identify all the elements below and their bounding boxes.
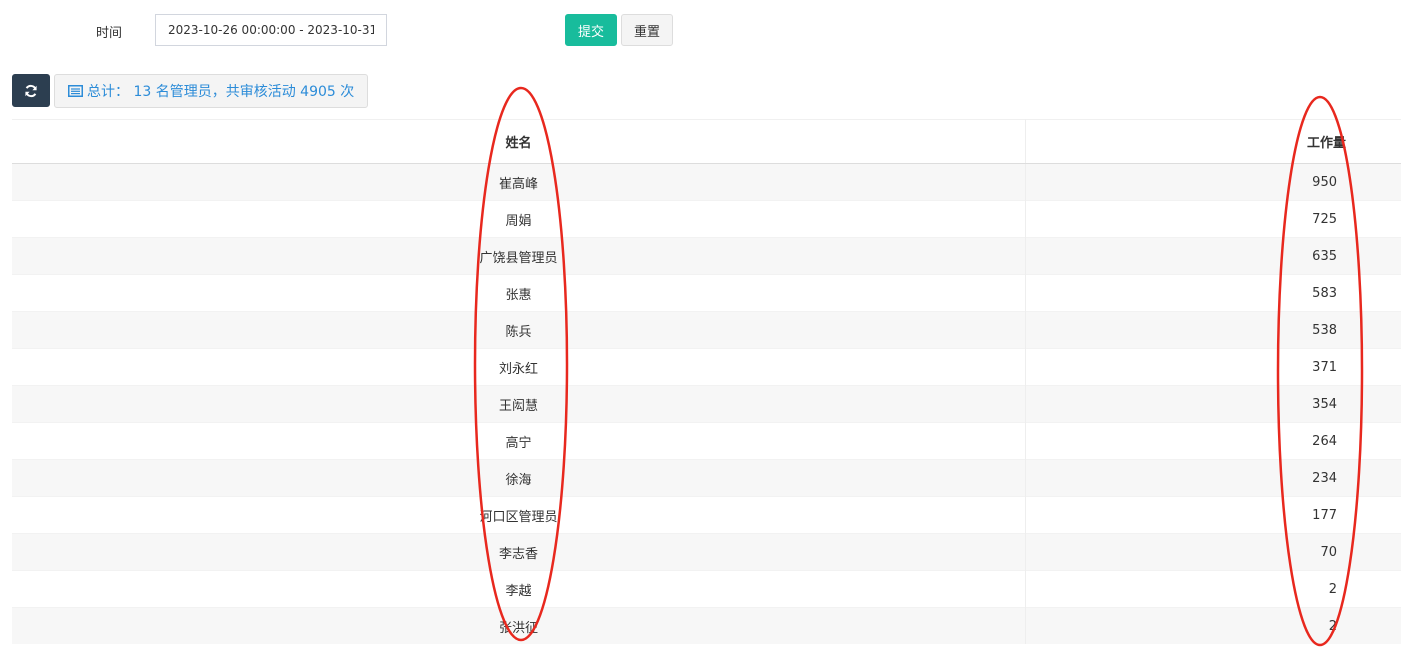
page: 时间 提交 重置 总计： 13 名管理员，共审核活动 4905 次 [0,0,1401,658]
cell-workload: 70 [1025,533,1401,571]
cell-workload: 371 [1025,348,1401,386]
table-row: 陈兵 538 [12,311,1401,349]
list-icon [68,85,83,97]
date-range-input[interactable] [155,14,387,46]
cell-name: 崔高峰 [12,163,1026,201]
cell-name: 周娟 [12,200,1026,238]
refresh-icon [25,84,37,97]
time-label: 时间 [96,26,123,41]
cell-workload: 177 [1025,496,1401,534]
cell-name: 陈兵 [12,311,1026,349]
cell-workload: 2 [1025,570,1401,608]
refresh-button[interactable] [12,74,50,107]
column-header-workload-label: 工作量 [1306,136,1346,151]
table-row: 刘永红 371 [12,348,1401,386]
table-row: 张惠 583 [12,274,1401,312]
cell-workload: 264 [1025,422,1401,460]
cell-name: 徐海 [12,459,1026,497]
column-header-name-label: 姓名 [505,136,532,151]
submit-button[interactable]: 提交 [565,14,617,46]
workload-table: 姓名 工作量 崔高峰 950 周娟 725 广饶县管理员 635 张惠 583 … [12,119,1401,644]
column-header-workload[interactable]: 工作量 [1025,119,1401,164]
summary-text: 总计： 13 名管理员，共审核活动 4905 次 [87,84,355,100]
cell-workload: 234 [1025,459,1401,497]
table-row: 王闳慧 354 [12,385,1401,423]
cell-workload: 635 [1025,237,1401,275]
cell-workload: 950 [1025,163,1401,201]
cell-name: 河口区管理员 [12,496,1026,534]
table-row: 广饶县管理员 635 [12,237,1401,275]
cell-name: 广饶县管理员 [12,237,1026,275]
table-row: 徐海 234 [12,459,1401,497]
cell-name: 张洪征 [12,607,1026,644]
table-row: 周娟 725 [12,200,1401,238]
cell-name: 高宁 [12,422,1026,460]
cell-name: 李越 [12,570,1026,608]
cell-workload: 725 [1025,200,1401,238]
cell-workload: 2 [1025,607,1401,644]
summary-badge: 总计： 13 名管理员，共审核活动 4905 次 [54,74,369,108]
cell-workload: 583 [1025,274,1401,312]
table-header-row: 姓名 工作量 [12,119,1401,164]
table-row: 高宁 264 [12,422,1401,460]
cell-workload: 538 [1025,311,1401,349]
cell-name: 张惠 [12,274,1026,312]
table-row: 李越 2 [12,570,1401,608]
table-row: 崔高峰 950 [12,163,1401,201]
cell-workload: 354 [1025,385,1401,423]
table-row: 张洪征 2 [12,607,1401,644]
reset-button[interactable]: 重置 [621,14,673,46]
column-header-name[interactable]: 姓名 [12,119,1026,164]
table-row: 河口区管理员 177 [12,496,1401,534]
table-body: 崔高峰 950 周娟 725 广饶县管理员 635 张惠 583 陈兵 538 … [12,163,1401,644]
cell-name: 李志香 [12,533,1026,571]
table-row: 李志香 70 [12,533,1401,571]
cell-name: 刘永红 [12,348,1026,386]
cell-name: 王闳慧 [12,385,1026,423]
